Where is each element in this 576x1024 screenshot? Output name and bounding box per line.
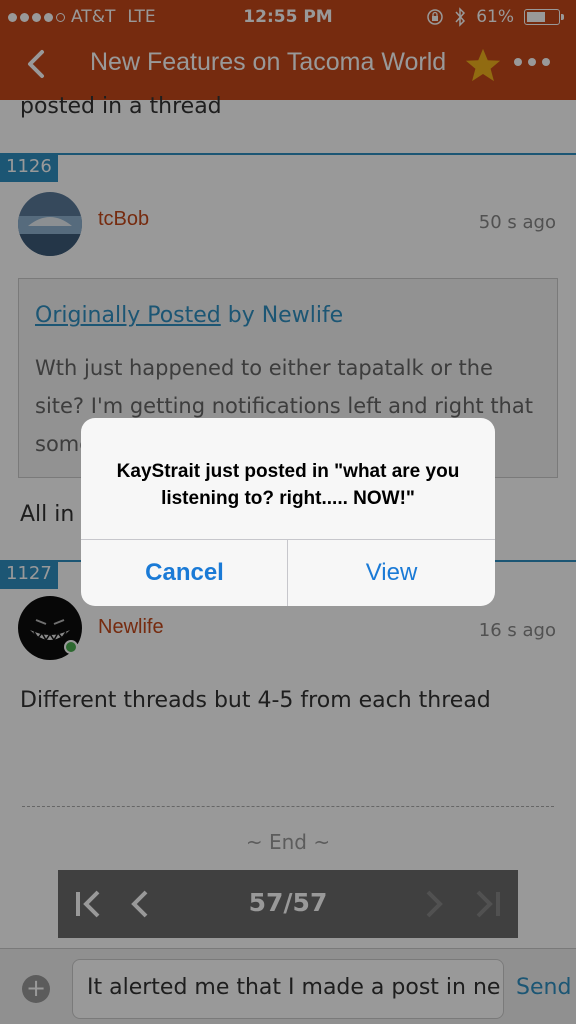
view-button[interactable]: View	[288, 540, 495, 606]
cancel-button[interactable]: Cancel	[81, 540, 288, 606]
alert-message: KayStrait just posted in "what are you l…	[116, 461, 460, 509]
notification-alert: KayStrait just posted in "what are you l…	[81, 418, 495, 606]
